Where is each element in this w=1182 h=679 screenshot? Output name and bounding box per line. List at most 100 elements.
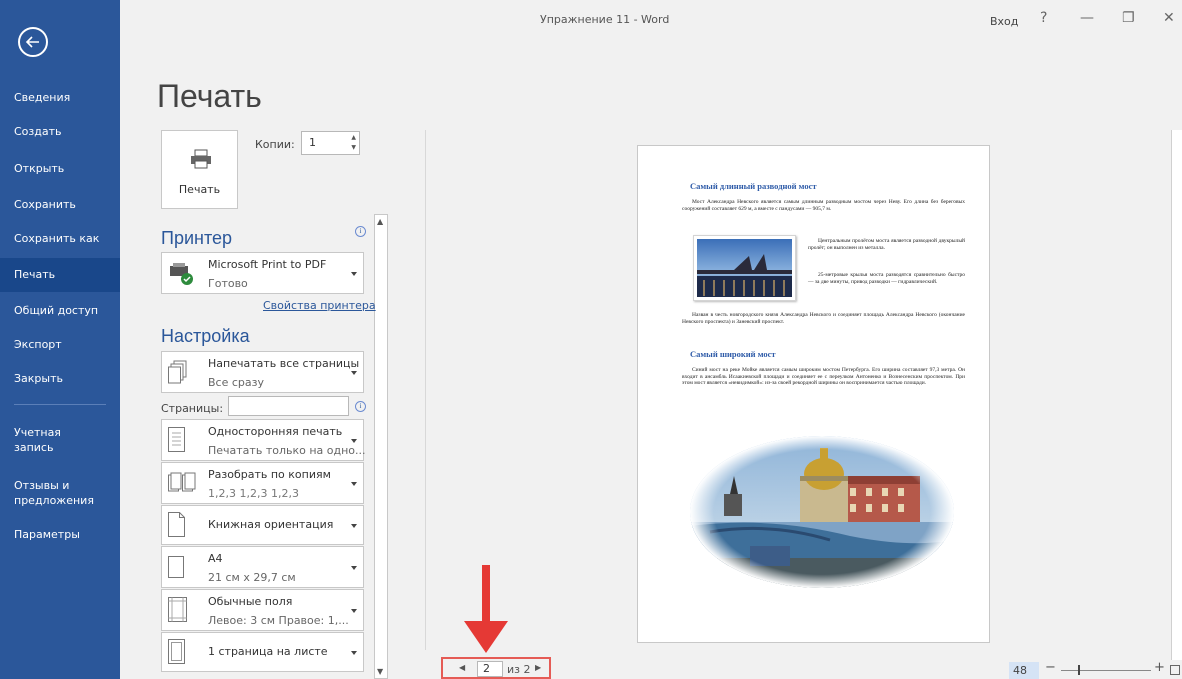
- doc-paragraph: Центральным пролётом моста является разв…: [808, 238, 965, 251]
- one-sided-icon: [168, 427, 185, 452]
- collate-title: Разобрать по копиям: [208, 468, 331, 481]
- spin-down-icon[interactable]: ▼: [351, 144, 356, 151]
- chevron-down-icon: [351, 609, 357, 613]
- info-icon[interactable]: i: [355, 401, 366, 412]
- printer-dropdown[interactable]: Microsoft Print to PDF Готово: [161, 252, 364, 294]
- copies-stepper[interactable]: 1 ▲ ▼: [301, 131, 360, 155]
- nav-item-info[interactable]: Сведения: [0, 81, 120, 115]
- next-page-icon[interactable]: ▶: [535, 663, 541, 672]
- paper-icon: [168, 556, 184, 578]
- minimize-icon[interactable]: —: [1080, 10, 1094, 26]
- nav-item-account[interactable]: Учетная запись: [0, 422, 120, 462]
- chevron-down-icon: [351, 371, 357, 375]
- sides-title: Односторонняя печать: [208, 425, 343, 438]
- copies-label: Копии:: [255, 138, 295, 151]
- red-arrow-annotation-icon: [464, 565, 508, 653]
- nav-item-open[interactable]: Открыть: [0, 152, 120, 186]
- paper-size-title: A4: [208, 552, 223, 565]
- sides-dropdown[interactable]: Односторонняя печать Печатать только на …: [161, 419, 366, 461]
- margins-title: Обычные поля: [208, 595, 293, 608]
- page-title: Печать: [157, 78, 262, 114]
- restore-icon[interactable]: ❐: [1122, 10, 1135, 26]
- current-page-input[interactable]: 2: [477, 661, 503, 677]
- zoom-out-icon[interactable]: −: [1045, 660, 1056, 675]
- orientation-dropdown[interactable]: Книжная ориентация: [161, 505, 364, 545]
- doc-paragraph: 25-метровые крылья моста разводятся срав…: [808, 272, 965, 285]
- settings-heading: Настройка: [161, 326, 250, 346]
- pages-stack-icon: [168, 360, 187, 384]
- print-button[interactable]: Печать: [161, 130, 238, 209]
- print-range-title: Напечатать все страницы: [208, 357, 360, 370]
- print-range-sub: Все сразу: [208, 376, 264, 389]
- pages-input[interactable]: [228, 396, 349, 416]
- zoom-to-page-icon[interactable]: [1170, 665, 1180, 675]
- paper-size-dropdown[interactable]: A4 21 см x 29,7 см: [161, 546, 364, 588]
- copies-value: 1: [309, 136, 316, 149]
- bridge-photo: [693, 235, 796, 301]
- nav-item-save[interactable]: Сохранить: [0, 188, 120, 222]
- panel-divider: [425, 130, 426, 650]
- print-preview-page: Самый длинный разводной мост Мост Алекса…: [637, 145, 990, 643]
- pages-per-sheet-title: 1 страница на листе: [208, 645, 328, 658]
- chevron-down-icon: [351, 272, 357, 276]
- printer-status: Готово: [208, 277, 248, 290]
- margins-dropdown[interactable]: Обычные поля Левое: 3 см Правое: 1,...: [161, 589, 364, 631]
- zoom-in-icon[interactable]: +: [1154, 660, 1165, 675]
- nav-item-print[interactable]: Печать: [0, 258, 120, 292]
- one-page-per-sheet-icon: [168, 639, 185, 664]
- pages-per-sheet-dropdown[interactable]: 1 страница на листе: [161, 632, 364, 672]
- collate-dropdown[interactable]: Разобрать по копиям 1,2,3 1,2,3 1,2,3: [161, 462, 364, 504]
- settings-scrollbar[interactable]: ▲ ▼: [374, 214, 388, 679]
- chevron-down-icon: [351, 482, 357, 486]
- sides-sub: Печатать только на одно...: [208, 444, 366, 457]
- printer-heading: Принтер: [161, 228, 233, 248]
- doc-heading-2: Самый широкий мост: [690, 349, 776, 359]
- nav-item-save-as[interactable]: Сохранить как: [0, 222, 120, 256]
- cathedral-photo: [690, 436, 954, 588]
- nav-item-share[interactable]: Общий доступ: [0, 294, 120, 328]
- zoom-slider[interactable]: [1061, 670, 1151, 671]
- previous-page-icon[interactable]: ◀: [459, 663, 465, 672]
- doc-paragraph: Назван в честь новгородского князя Алекс…: [682, 312, 965, 325]
- preview-scrollbar[interactable]: [1171, 130, 1182, 660]
- printer-name: Microsoft Print to PDF: [208, 258, 327, 271]
- nav-item-feedback[interactable]: Отзывы и предложения: [0, 475, 120, 515]
- zoom-level[interactable]: 48 %: [1009, 662, 1039, 679]
- printer-icon: [191, 149, 211, 169]
- chevron-down-icon: [351, 439, 357, 443]
- zoom-slider-thumb[interactable]: [1078, 665, 1080, 675]
- nav-item-options[interactable]: Параметры: [0, 518, 120, 552]
- scroll-up-icon[interactable]: ▲: [377, 217, 383, 226]
- window-title: Упражнение 11 - Word: [540, 13, 670, 26]
- back-arrow-icon[interactable]: [18, 27, 48, 57]
- page-count-label: из 2: [507, 663, 531, 676]
- orientation-title: Книжная ориентация: [208, 518, 334, 531]
- print-range-dropdown[interactable]: Напечатать все страницы Все сразу: [161, 351, 364, 393]
- collate-sub: 1,2,3 1,2,3 1,2,3: [208, 487, 299, 500]
- pages-label: Страницы:: [161, 402, 224, 415]
- portrait-icon: [168, 512, 185, 537]
- close-icon[interactable]: ✕: [1163, 10, 1175, 26]
- scroll-down-icon[interactable]: ▼: [377, 667, 383, 676]
- nav-item-close[interactable]: Закрыть: [0, 362, 120, 396]
- doc-paragraph: Мост Александра Невского является самым …: [682, 199, 965, 212]
- margins-sub: Левое: 3 см Правое: 1,...: [208, 614, 349, 627]
- nav-separator: [14, 404, 106, 405]
- printer-properties-link[interactable]: Свойства принтера: [263, 299, 376, 312]
- printer-ready-icon: [170, 263, 193, 285]
- help-icon[interactable]: ?: [1040, 10, 1047, 26]
- collate-icon: [168, 472, 196, 492]
- spin-up-icon[interactable]: ▲: [351, 134, 356, 141]
- doc-heading-1: Самый длинный разводной мост: [690, 181, 817, 191]
- doc-paragraph: Синий мост на реке Мойке является самым …: [682, 367, 965, 386]
- chevron-down-icon: [351, 651, 357, 655]
- paper-size-sub: 21 см x 29,7 см: [208, 571, 296, 584]
- page-navigation: ◀ 2 из 2 ▶: [441, 657, 551, 679]
- margins-icon: [168, 597, 187, 622]
- nav-item-new[interactable]: Создать: [0, 115, 120, 149]
- chevron-down-icon: [351, 524, 357, 528]
- info-icon[interactable]: i: [355, 226, 366, 237]
- sign-in-link[interactable]: Вход: [990, 15, 1018, 28]
- nav-item-export[interactable]: Экспорт: [0, 328, 120, 362]
- chevron-down-icon: [351, 566, 357, 570]
